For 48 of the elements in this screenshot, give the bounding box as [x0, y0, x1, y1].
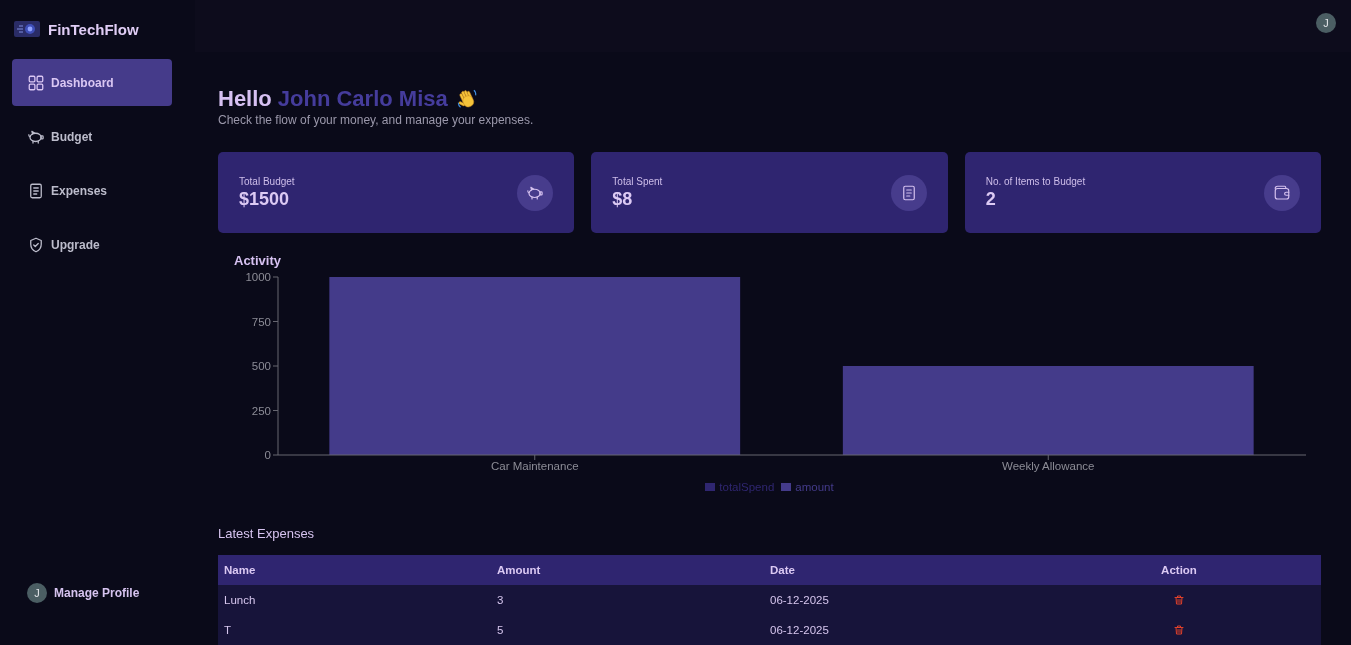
user-name: John Carlo Misa — [277, 86, 448, 112]
brand-name: FinTechFlow — [48, 20, 139, 38]
chart-title: Activity — [233, 253, 282, 268]
user-avatar[interactable]: J — [27, 583, 47, 603]
grid-icon — [27, 73, 45, 92]
y-tick-label: 1000 — [245, 271, 271, 283]
document-icon — [890, 174, 927, 211]
table-cell-text: Lunch — [223, 594, 257, 606]
legend-label: amount — [795, 480, 834, 494]
trash-icon[interactable] — [1173, 624, 1185, 636]
column-header: Action — [1160, 564, 1198, 576]
sidebar-item[interactable]: Expenses — [12, 167, 172, 214]
table-cell-text: 06-12-2025 — [769, 624, 830, 636]
stat-value: 2 — [985, 188, 997, 210]
trash-icon[interactable] — [1173, 594, 1185, 606]
stat-value: $8 — [612, 188, 634, 210]
greeting-text: Hello — [218, 86, 272, 112]
table-cell-text: 06-12-2025 — [769, 594, 830, 606]
stat-label: Total Spent — [612, 175, 663, 188]
user-avatar[interactable]: J — [1316, 13, 1336, 33]
section-title: Latest Expenses — [218, 526, 316, 542]
stat-label: Total Budget — [239, 175, 295, 188]
subtitle: Check the flow of your money, and manage your expenses. — [218, 112, 535, 128]
y-tick-label: 250 — [251, 404, 271, 417]
stat-label: No. of Items to Budget — [985, 175, 1086, 188]
table-cell-text: T — [223, 624, 233, 636]
y-tick-label: 500 — [251, 360, 271, 372]
column-header: Amount — [496, 564, 542, 576]
column-header: Name — [223, 564, 257, 576]
table-cell-text: 5 — [496, 624, 505, 636]
document-icon — [27, 181, 45, 200]
stat-value: $1500 — [239, 188, 291, 210]
sidebar-item[interactable]: Upgrade — [12, 221, 172, 268]
y-tick-label: 750 — [251, 315, 271, 328]
sidebar-item[interactable]: Budget — [12, 113, 172, 160]
sidebar-item[interactable]: Dashboard — [12, 59, 172, 106]
wallet-icon — [1264, 174, 1300, 211]
table-cell-text: 3 — [496, 594, 505, 606]
logo-icon — [14, 21, 40, 37]
waving-hand-icon — [455, 88, 478, 110]
column-header: Date — [769, 564, 796, 576]
shield-check-icon — [27, 235, 45, 254]
manage-profile-link[interactable]: Manage Profile — [54, 586, 140, 600]
piggy-bank-icon — [517, 174, 554, 211]
x-category-label: Weekly Allowance — [1002, 460, 1095, 472]
legend-label: totalSpend — [719, 480, 775, 494]
x-category-label: Car Maintenance — [490, 460, 579, 472]
y-tick-label: 0 — [264, 449, 271, 461]
